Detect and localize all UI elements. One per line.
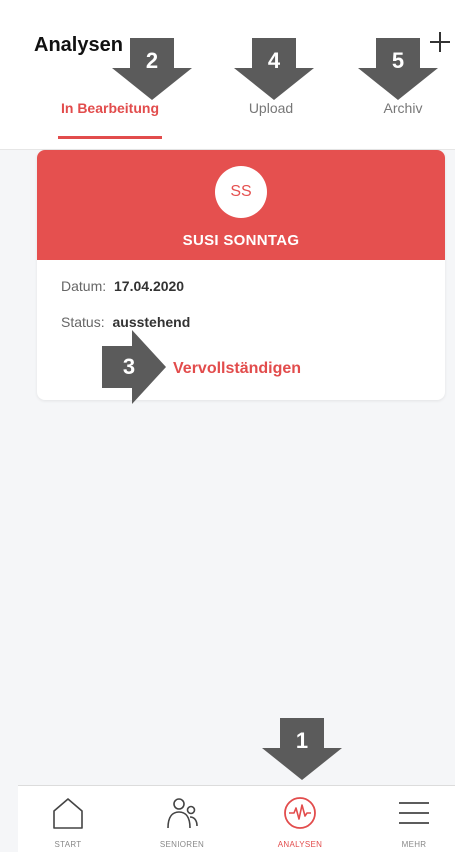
nav-item-mehr[interactable]: MEHR	[364, 786, 455, 852]
senior-name: SUSI SONNTAG	[182, 232, 300, 249]
nav-label: MEHR	[401, 840, 427, 849]
avatar: SS	[215, 166, 267, 218]
complete-button[interactable]: Vervollständigen	[173, 360, 301, 378]
marker-number: 1	[295, 728, 309, 753]
nav-item-start[interactable]: START	[18, 786, 118, 852]
active-tab-indicator	[58, 136, 162, 139]
nav-item-analysen[interactable]: ANALYSEN	[250, 786, 350, 852]
callout-marker-5: 5	[358, 38, 438, 100]
callout-marker-1: 1	[262, 718, 342, 780]
status-value: ausstehend	[112, 314, 191, 330]
nav-item-senioren[interactable]: SENIOREN	[132, 786, 232, 852]
tab-in-bearbeitung[interactable]: In Bearbeitung	[58, 100, 162, 116]
status-label: Status:	[61, 314, 105, 330]
heartbeat-icon	[284, 797, 316, 829]
nav-label: SENIOREN	[159, 840, 205, 849]
nav-label: ANALYSEN	[277, 840, 323, 849]
home-icon	[53, 798, 83, 829]
menu-icon	[399, 802, 429, 824]
people-icon	[167, 798, 198, 829]
bottom-navigation: START SENIOREN ANALYSEN MEHR	[18, 785, 455, 852]
nav-label: START	[54, 840, 82, 849]
tab-archiv[interactable]: Archiv	[372, 100, 434, 116]
marker-number: 3	[122, 354, 136, 379]
analysis-card[interactable]: SS SUSI SONNTAG Datum: 17.04.2020 Status…	[37, 150, 445, 400]
card-header: SS SUSI SONNTAG	[37, 150, 445, 260]
callout-marker-3: 3	[102, 330, 166, 404]
page-title: Analysen	[34, 34, 123, 56]
marker-number: 5	[391, 48, 405, 73]
tab-upload[interactable]: Upload	[236, 100, 306, 116]
tab-label: Archiv	[383, 100, 423, 116]
date-label: Datum:	[61, 278, 107, 294]
tab-label: Upload	[248, 100, 294, 116]
callout-marker-2: 2	[112, 38, 192, 100]
status-row: Status: ausstehend	[61, 314, 190, 330]
date-value: 17.04.2020	[114, 278, 185, 294]
callout-marker-4: 4	[234, 38, 314, 100]
tab-label: In Bearbeitung	[60, 100, 159, 116]
date-row: Datum: 17.04.2020	[61, 278, 184, 294]
marker-number: 2	[145, 48, 159, 73]
marker-number: 4	[267, 48, 281, 73]
